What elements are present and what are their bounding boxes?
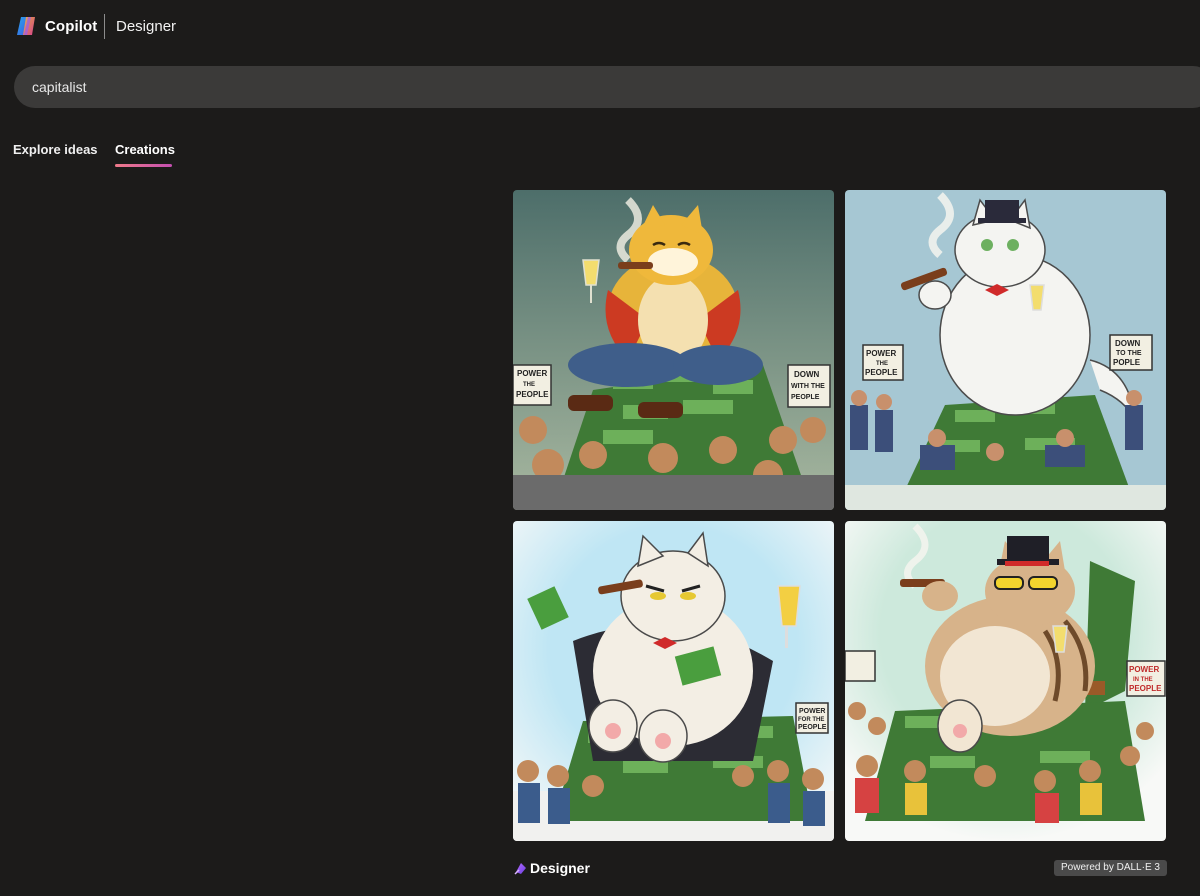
image-1-illustration: POWER THE PEOPLE DOWN WITH THE PEOPLE	[513, 190, 834, 510]
tab-explore-ideas[interactable]: Explore ideas	[13, 142, 98, 157]
image-4-illustration: POWER IN THE PEOPLE	[845, 521, 1166, 841]
generated-image-4[interactable]: POWER IN THE PEOPLE	[845, 521, 1166, 841]
image-1-sign-left-3: PEOPLE	[516, 390, 549, 399]
powered-by-badge: Powered by DALL·E 3	[1054, 860, 1167, 876]
image-3-sign: POWER	[799, 708, 825, 715]
image-1-sign-right-3: PEOPLE	[791, 394, 820, 401]
tab-creations[interactable]: Creations	[115, 142, 175, 157]
image-2-sign-left-2: THE	[876, 361, 888, 367]
image-2-sign-right: DOWN	[1115, 339, 1141, 348]
image-2-sign-left-3: PEOPLE	[865, 368, 898, 377]
generated-image-1[interactable]: POWER THE PEOPLE DOWN WITH THE PEOPLE	[513, 190, 834, 510]
product-name[interactable]: Designer	[116, 18, 176, 35]
image-4-sign: POWER	[1129, 665, 1159, 674]
active-tab-indicator	[115, 164, 172, 167]
image-2-sign-right-2: TO THE	[1116, 350, 1142, 357]
image-1-sign-right: DOWN	[794, 370, 820, 379]
generated-image-3[interactable]: POWER FOR THE PEOPLE	[513, 521, 834, 841]
brand-name[interactable]: Copilot	[45, 18, 97, 35]
image-1-sign-right-2: WITH THE	[791, 383, 825, 390]
generated-image-2[interactable]: POWER THE PEOPLE DOWN TO THE POPLE	[845, 190, 1166, 510]
image-2-illustration: POWER THE PEOPLE DOWN TO THE POPLE	[845, 190, 1166, 510]
designer-logo-icon	[514, 862, 526, 875]
prompt-input[interactable]	[32, 66, 932, 108]
prompt-search-bar	[14, 66, 1200, 108]
image-4-sign-3: PEOPLE	[1129, 684, 1162, 693]
image-3-illustration: POWER FOR THE PEOPLE	[513, 521, 834, 841]
image-3-sign-2: FOR THE	[798, 717, 824, 723]
app-header: Copilot Designer	[0, 0, 1200, 52]
image-1-sign-left: POWER	[517, 369, 547, 378]
designer-footer-brand[interactable]: Designer	[514, 860, 590, 876]
image-2-sign-left: POWER	[866, 349, 896, 358]
image-4-sign-2: IN THE	[1133, 677, 1153, 683]
header-divider	[104, 14, 105, 39]
image-1-sign-left-2: THE	[523, 382, 535, 388]
image-3-sign-3: PEOPLE	[798, 724, 827, 731]
copilot-logo-icon[interactable]	[15, 16, 38, 36]
designer-footer-label: Designer	[530, 860, 590, 876]
image-2-sign-right-3: POPLE	[1113, 358, 1141, 367]
